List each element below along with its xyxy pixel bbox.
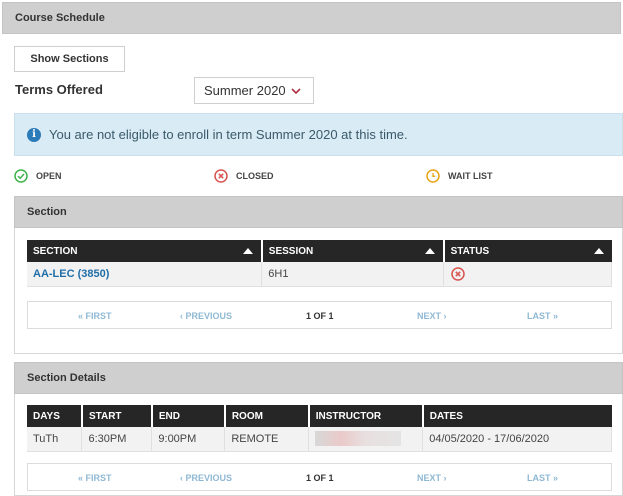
terms-offered-label: Terms Offered xyxy=(15,82,103,97)
legend-wait-list-label: WAIT LIST xyxy=(448,171,493,181)
term-select-value: Summer 2020 xyxy=(204,83,286,98)
x-circle-icon xyxy=(451,267,465,281)
pager-next-button[interactable]: NEXT › xyxy=(417,311,447,321)
check-circle-icon xyxy=(14,169,28,183)
end-cell: 9:00PM xyxy=(151,427,226,452)
room-cell: REMOTE xyxy=(224,427,310,452)
pager-first-button[interactable]: « FIRST xyxy=(78,311,112,321)
legend-wait-list: WAIT LIST xyxy=(426,169,493,183)
table-row: TuTh 6:30PM 9:00PM REMOTE 04/05/2020 - 1… xyxy=(27,427,612,452)
sort-asc-icon xyxy=(424,248,435,254)
section-table: SECTION SESSION STATUS AA-LEC (3850) 6H1 xyxy=(27,240,612,287)
dates-cell: 04/05/2020 - 17/06/2020 xyxy=(422,427,612,452)
redacted-instructor xyxy=(315,431,402,447)
pager-next-button[interactable]: NEXT › xyxy=(417,473,447,483)
column-header-room: ROOM xyxy=(224,405,310,427)
column-header-section[interactable]: SECTION xyxy=(27,240,263,262)
pager-last-button[interactable]: LAST » xyxy=(527,311,558,321)
pager-page-indicator: 1 OF 1 xyxy=(306,473,334,483)
section-details-header: Section Details xyxy=(14,362,623,394)
eligibility-info-banner: i You are not eligible to enroll in term… xyxy=(14,113,623,156)
legend-open: OPEN xyxy=(14,169,62,183)
pager-previous-button[interactable]: ‹ PREVIOUS xyxy=(180,311,232,321)
session-cell: 6H1 xyxy=(261,262,445,287)
instructor-cell xyxy=(308,427,424,452)
start-cell: 6:30PM xyxy=(81,427,153,452)
section-details-table: DAYS START END ROOM INSTRUCTOR DATES TuT… xyxy=(27,405,612,452)
pager-previous-button[interactable]: ‹ PREVIOUS xyxy=(180,473,232,483)
sort-asc-icon xyxy=(242,248,253,254)
section-pager: « FIRST ‹ PREVIOUS 1 OF 1 NEXT › LAST » xyxy=(27,301,612,329)
pager-page-indicator: 1 OF 1 xyxy=(306,311,334,321)
column-header-status[interactable]: STATUS xyxy=(443,240,612,262)
column-header-end: END xyxy=(151,405,226,427)
legend-closed: CLOSED xyxy=(214,169,274,183)
column-header-session[interactable]: SESSION xyxy=(261,240,445,262)
column-header-instructor: INSTRUCTOR xyxy=(308,405,424,427)
pager-last-button[interactable]: LAST » xyxy=(527,473,558,483)
info-message: You are not eligible to enroll in term S… xyxy=(49,127,408,142)
chevron-down-icon xyxy=(291,88,301,95)
section-details-title: Section Details xyxy=(27,372,106,384)
column-header-dates: DATES xyxy=(422,405,612,427)
status-cell xyxy=(443,262,612,287)
column-header-days: DAYS xyxy=(27,405,83,427)
term-select[interactable]: Summer 2020 xyxy=(194,77,314,104)
legend-open-label: OPEN xyxy=(36,171,62,181)
course-schedule-header: Course Schedule xyxy=(2,2,621,34)
column-header-start: START xyxy=(81,405,153,427)
section-title: Section xyxy=(27,206,67,218)
pager-first-button[interactable]: « FIRST xyxy=(78,473,112,483)
course-schedule-title: Course Schedule xyxy=(15,12,105,24)
x-circle-icon xyxy=(214,169,228,183)
info-icon: i xyxy=(27,127,41,142)
sort-asc-icon xyxy=(593,248,604,254)
section-link[interactable]: AA-LEC (3850) xyxy=(33,268,109,280)
legend-closed-label: CLOSED xyxy=(236,171,274,181)
table-row: AA-LEC (3850) 6H1 xyxy=(27,262,612,287)
show-sections-button[interactable]: Show Sections xyxy=(14,46,125,72)
section-details-pager: « FIRST ‹ PREVIOUS 1 OF 1 NEXT › LAST » xyxy=(27,463,612,491)
clock-circle-icon xyxy=(426,169,440,183)
section-header: Section xyxy=(14,196,623,228)
days-cell: TuTh xyxy=(27,427,83,452)
